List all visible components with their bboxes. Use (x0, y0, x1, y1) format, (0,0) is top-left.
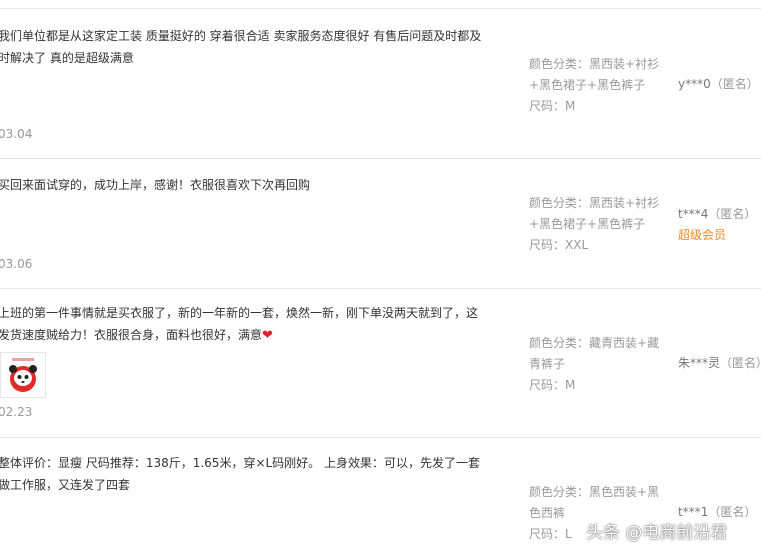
sku-info: 颜色分类：藏青西装+藏青裤子 尺码：M (529, 333, 664, 396)
sku-size: L (565, 527, 572, 541)
review-content: 上班的第一件事情就是买衣服了，新的一年新的一套，焕然一新，刚下单没两天就到了，这… (0, 302, 488, 347)
reviewer-nickname: t***4 (678, 207, 709, 221)
panda-sticker-icon (1, 353, 45, 397)
review-date: 03.04 (0, 127, 33, 141)
sku-size-label: 尺码： (529, 378, 566, 392)
review-item: 买回来面试穿的，成功上岸，感谢！衣服很喜欢下次再回购 03.06 颜色分类：黑西… (0, 159, 761, 289)
review-date: 02.23 (0, 405, 33, 419)
review-item: 我们单位都是从这家定工装 质量挺好的 穿着很合适 卖家服务态度很好 有售后问题及… (0, 9, 761, 159)
review-content: 买回来面试穿的，成功上岸，感谢！衣服很喜欢下次再回购 (0, 178, 311, 192)
sku-color-label: 颜色分类： (529, 336, 590, 350)
reviewer-nickname: y***0 (678, 77, 711, 91)
sku-size-label: 尺码： (529, 527, 566, 541)
reviewer: t***4（匿名） 超级会员 (678, 204, 761, 246)
review-text: 上班的第一件事情就是买衣服了，新的一年新的一套，焕然一新，刚下单没两天就到了，这… (0, 306, 479, 342)
review-date: 03.06 (0, 257, 33, 271)
sku-size: XXL (565, 238, 589, 252)
sku-info: 颜色分类：黑西装+衬衫+黑色裙子+黑色裤子 尺码：XXL (529, 193, 664, 256)
review-content: 我们单位都是从这家定工装 质量挺好的 穿着很合适 卖家服务态度很好 有售后问题及… (0, 29, 482, 65)
review-content: 整体评价：显瘦 尺码推荐：138斤，1.65米，穿×L码刚好。 上身效果：可以，… (0, 456, 480, 492)
reviewer: 朱***灵（匿名） (678, 353, 761, 374)
sku-size: M (565, 378, 576, 392)
reviewer-nickname: 朱***灵 (678, 356, 721, 370)
heart-icon: ❤ (262, 328, 273, 343)
anonymous-tag: （匿名） (720, 356, 761, 370)
sku-size-label: 尺码： (529, 99, 566, 113)
sku-color-label: 颜色分类： (529, 57, 590, 71)
sku-color-label: 颜色分类： (529, 485, 590, 499)
reviewer: y***0（匿名） (678, 74, 761, 95)
anonymous-tag: （匿名） (708, 207, 757, 221)
sku-size: M (565, 99, 576, 113)
anonymous-tag: （匿名） (710, 77, 759, 91)
sku-info: 颜色分类：黑西装+衬衫+黑色裙子+黑色裤子 尺码：M (529, 54, 664, 117)
reviewer-nickname: t***1 (678, 505, 709, 519)
sku-size-label: 尺码： (529, 238, 566, 252)
watermark: 头条 @电商前沿君 (586, 523, 728, 543)
anonymous-tag: （匿名） (708, 505, 757, 519)
review-item: 上班的第一件事情就是买衣服了，新的一年新的一套，焕然一新，刚下单没两天就到了，这… (0, 289, 761, 438)
sku-color-label: 颜色分类： (529, 196, 590, 210)
vip-badge: 超级会员 (678, 228, 727, 242)
review-photo-thumbnail[interactable] (0, 352, 46, 398)
